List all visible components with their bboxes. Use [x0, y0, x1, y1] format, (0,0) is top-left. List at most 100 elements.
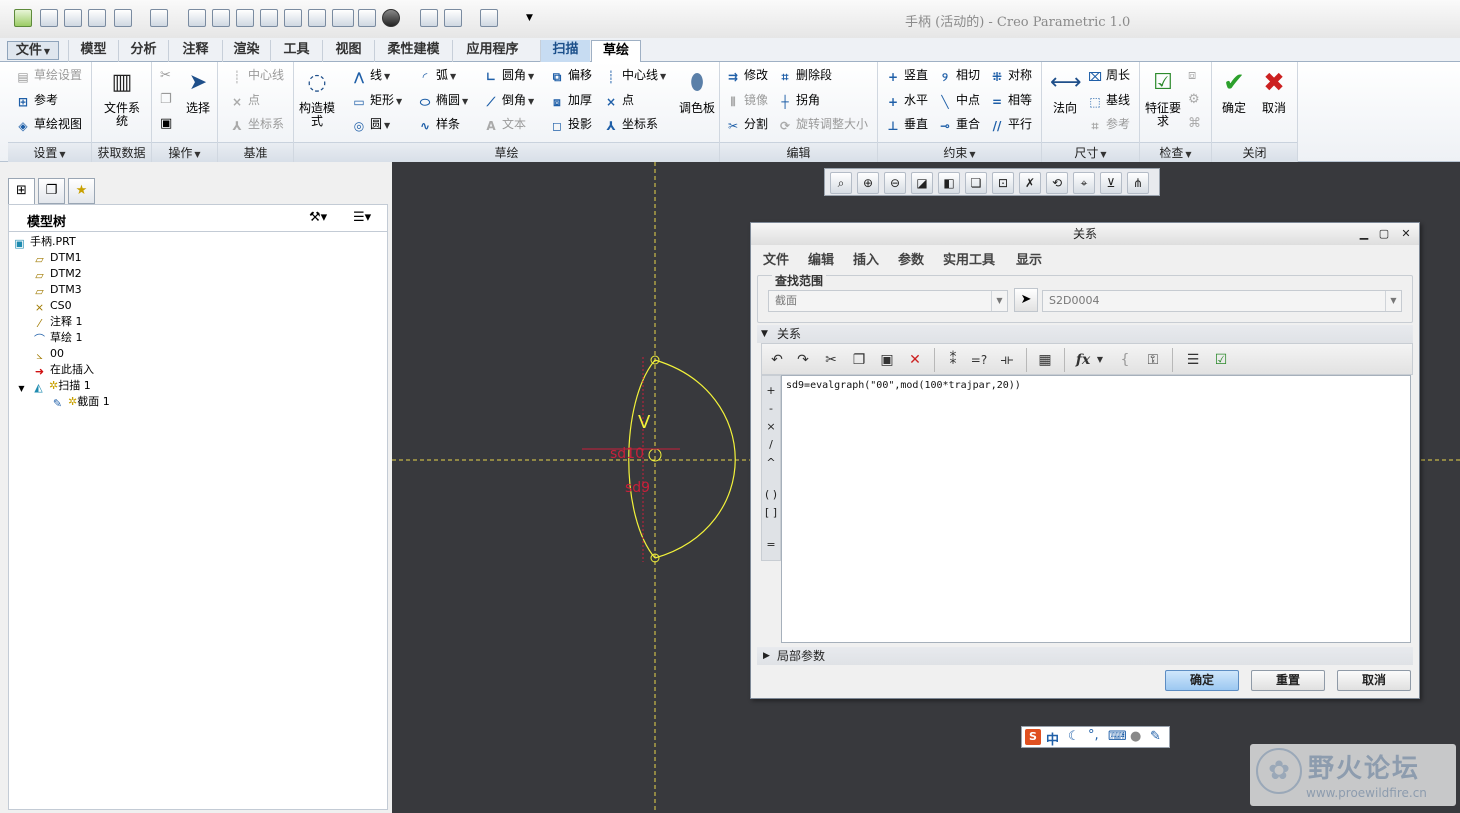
maximize-icon[interactable]: ▢: [1377, 227, 1391, 241]
open-ends-icon[interactable]: ⌘: [1188, 116, 1201, 131]
coincident-constraint-button[interactable]: ⊸ 重合: [938, 115, 980, 133]
tangent-constraint-button[interactable]: ୨ 相切: [938, 66, 980, 84]
equal-constraint-button[interactable]: = 相等: [990, 91, 1032, 109]
paste-icon[interactable]: ▣: [876, 349, 898, 371]
project-button[interactable]: ◻ 投影: [550, 115, 592, 133]
regenerate-icon[interactable]: [188, 9, 206, 27]
tab-file[interactable]: 文件 ▼: [7, 41, 59, 60]
relations-section-header[interactable]: ▼ 关系: [757, 325, 1413, 343]
annotation-display-icon[interactable]: ⌖: [1073, 172, 1095, 194]
punctuation-icon[interactable]: °,: [1088, 728, 1099, 743]
close-icon[interactable]: ✕: [1399, 227, 1413, 241]
shading-icon[interactable]: [382, 9, 400, 27]
switch-dims-icon[interactable]: ⁑: [942, 349, 964, 371]
dimension-display-icon[interactable]: [332, 9, 354, 27]
offset-button[interactable]: ⧉ 偏移: [550, 66, 592, 84]
tab-render[interactable]: 渲染: [222, 40, 270, 62]
fillet-button[interactable]: ∟ 圆角 ▼: [484, 66, 534, 84]
tree-node-cs0[interactable]: ⨯ CS0: [33, 298, 72, 314]
tree-node-insert-here[interactable]: ➜ 在此插入: [33, 362, 94, 378]
palette-button[interactable]: ⬮ 调色板: [678, 68, 716, 115]
centerline-button[interactable]: ┊ 中心线 ▼: [604, 66, 666, 84]
op-parentheses[interactable]: ( ): [762, 488, 780, 501]
spin-center-icon[interactable]: ⟲: [1046, 172, 1068, 194]
cut-icon[interactable]: ✂: [820, 349, 842, 371]
menu-insert[interactable]: 插入: [853, 249, 879, 268]
text-button[interactable]: A 文本: [484, 115, 526, 133]
group-label-operations[interactable]: 操作 ▼: [152, 142, 217, 162]
reference-dimension-button[interactable]: ⌗ 参考: [1088, 115, 1130, 133]
tree-node-part[interactable]: ▣ 手柄.PRT: [13, 234, 75, 250]
redo-icon[interactable]: [150, 9, 168, 27]
parallel-constraint-button[interactable]: //平行: [990, 115, 1032, 133]
tree-show-icon[interactable]: ☰▾: [353, 210, 371, 225]
evaluate-icon[interactable]: =?: [968, 349, 990, 371]
sketch-view-button[interactable]: ◈ 草绘视图: [16, 115, 82, 133]
group-label-inspect[interactable]: 检查 ▼: [1140, 142, 1211, 162]
construction-mode-button[interactable]: ◌ 构造模式: [298, 68, 336, 128]
moon-icon[interactable]: ☾: [1068, 729, 1080, 744]
axis-display-icon[interactable]: [260, 9, 278, 27]
coordinate-system-button[interactable]: ⅄ 坐标系: [604, 115, 658, 133]
sketch-arc-right[interactable]: [654, 359, 736, 559]
midpoint-constraint-button[interactable]: ╲ 中点: [938, 91, 980, 109]
tab-analysis[interactable]: 分析: [118, 40, 168, 62]
tree-node-note[interactable]: ⁄ 注释 1: [33, 314, 83, 330]
menu-parameters[interactable]: 参数: [898, 249, 924, 268]
measure-icon[interactable]: ⟛: [996, 349, 1018, 371]
constraint-toggle-icon[interactable]: ⋔: [1127, 172, 1149, 194]
ellipse-button[interactable]: ⬭ 椭圆 ▼: [418, 91, 468, 109]
cancel-ribbon-button[interactable]: ✖ 取消: [1258, 68, 1290, 115]
op-divide[interactable]: /: [762, 438, 780, 451]
spline-button[interactable]: ∿ 样条: [418, 115, 460, 133]
check-icon[interactable]: [444, 9, 462, 27]
model-tree-tab[interactable]: ⊞: [8, 178, 35, 204]
user-icon[interactable]: ●: [1130, 729, 1141, 744]
perpendicular-constraint-button[interactable]: ⊥ 垂直: [886, 115, 929, 133]
scope-item-select[interactable]: S2D0004 ▼: [1042, 290, 1402, 312]
tab-flexible-modeling[interactable]: 柔性建模: [374, 40, 452, 62]
dimension-toggle-icon[interactable]: ⊻: [1100, 172, 1122, 194]
circle-button[interactable]: ◎ 圆 ▼: [352, 115, 390, 133]
text-icon[interactable]: [420, 9, 438, 27]
reset-button[interactable]: 重置: [1251, 670, 1325, 691]
point-button[interactable]: × 点: [604, 91, 634, 109]
op-minus[interactable]: -: [762, 402, 780, 415]
symmetric-constraint-button[interactable]: ⁜ 对称: [990, 66, 1032, 84]
function-icon[interactable]: fx: [1072, 349, 1094, 371]
datum-display-filter-icon[interactable]: ✗: [1019, 172, 1041, 194]
favorites-tab[interactable]: ★: [68, 178, 95, 204]
datum-csys-button[interactable]: ⅄ 坐标系: [230, 115, 284, 133]
window-icon[interactable]: [480, 9, 498, 27]
tab-applications[interactable]: 应用程序: [452, 40, 532, 62]
ime-mode-toggle[interactable]: 中: [1046, 729, 1059, 748]
op-power[interactable]: ^: [762, 456, 780, 469]
group-label-dimension[interactable]: 尺寸 ▼: [1042, 142, 1139, 162]
shade-closed-icon[interactable]: ⚙: [1188, 92, 1200, 107]
display-style-icon[interactable]: ◧: [938, 172, 960, 194]
delete-segment-button[interactable]: ⌗ 删除段: [778, 66, 832, 84]
points-display-icon[interactable]: [308, 9, 326, 27]
tree-node-dtm1[interactable]: ▱ DTM1: [33, 250, 81, 266]
sort-icon[interactable]: ☰: [1182, 349, 1204, 371]
sketch-view-icon[interactable]: ⊡: [992, 172, 1014, 194]
redo-icon[interactable]: ↷: [792, 349, 814, 371]
select-pointer-icon[interactable]: ➤: [1014, 288, 1038, 312]
overlap-icon[interactable]: ⧈: [1188, 68, 1196, 83]
local-parameters-header[interactable]: ▶ 局部参数: [757, 647, 1413, 665]
function-dropdown-icon[interactable]: ▼: [1094, 349, 1106, 371]
datum-point-button[interactable]: × 点: [230, 91, 260, 109]
mirror-button[interactable]: ⫴ 镜像: [726, 91, 768, 109]
dimension-sd9[interactable]: sd9: [625, 480, 650, 496]
divide-button[interactable]: ✂ 分割: [726, 115, 768, 133]
zoom-out-icon[interactable]: ⊖: [884, 172, 906, 194]
corner-button[interactable]: ┼ 拐角: [778, 91, 820, 109]
tree-settings-icon[interactable]: ⚒▾: [309, 210, 327, 225]
minimize-icon[interactable]: ▁: [1357, 227, 1371, 241]
op-brackets[interactable]: [ ]: [762, 506, 780, 519]
delete-icon[interactable]: ✕: [904, 349, 926, 371]
rotate-resize-button[interactable]: ⟳ 旋转调整大小: [778, 115, 868, 133]
constraint-display-icon[interactable]: [358, 9, 376, 27]
tree-node-dtm3[interactable]: ▱ DTM3: [33, 282, 81, 298]
tab-sweep[interactable]: 扫描: [540, 40, 590, 62]
